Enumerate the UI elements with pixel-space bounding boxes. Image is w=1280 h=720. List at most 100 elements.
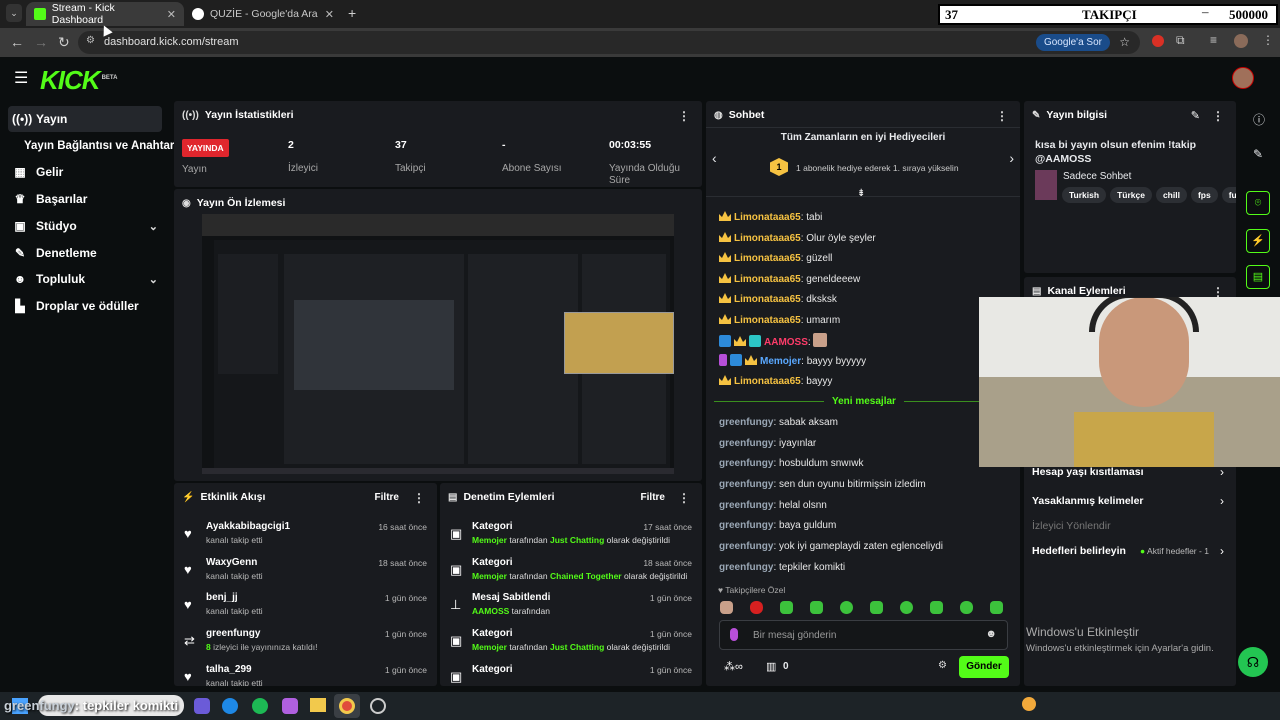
more-options-icon[interactable]: ⋮ <box>996 109 1008 123</box>
chat-username[interactable]: greenfungy <box>719 479 773 490</box>
chevron-right-icon[interactable]: › <box>1220 465 1224 479</box>
category-name[interactable]: Sadece Sohbet <box>1063 171 1131 182</box>
emote-icon[interactable] <box>900 601 913 614</box>
activity-user[interactable]: WaxyGenn <box>206 557 257 568</box>
more-options-icon[interactable]: ⋮ <box>413 491 425 505</box>
chat-username[interactable]: greenfungy <box>719 541 773 552</box>
tab-kick-dashboard[interactable]: Stream - Kick Dashboard ✕ <box>26 2 184 26</box>
scroll-down-icon[interactable]: ⇟ <box>857 188 865 199</box>
emote-icon[interactable] <box>780 601 793 614</box>
sidebar-item-denetleme[interactable]: ✎ Denetleme <box>8 240 162 266</box>
copilot-icon[interactable] <box>282 698 298 714</box>
chevron-left-icon[interactable]: ‹ <box>712 150 717 166</box>
channel-points-icon[interactable]: ⁂∞ <box>724 660 743 673</box>
chat-username[interactable]: Limonataaa65 <box>734 274 801 285</box>
taskbar-app-icon[interactable] <box>194 698 210 714</box>
chat-username[interactable]: greenfungy <box>719 458 773 469</box>
kick-logo[interactable]: KICK BETA <box>40 65 117 96</box>
site-info-icon[interactable]: ⚙ <box>86 35 95 46</box>
chat-username[interactable]: Limonataaa65 <box>734 233 801 244</box>
file-explorer-icon[interactable] <box>310 698 326 712</box>
chat-username[interactable]: AAMOSS <box>764 337 808 348</box>
profile-avatar[interactable] <box>1234 34 1248 48</box>
puzzle-icon[interactable]: ⧉ <box>1176 33 1185 48</box>
tag[interactable]: fu <box>1221 187 1236 203</box>
obs-icon[interactable] <box>370 698 386 714</box>
sidebar-item-basarilar[interactable]: ♛ Başarılar <box>8 186 162 212</box>
chat-username[interactable]: Limonataaa65 <box>734 253 801 264</box>
emote-icon[interactable] <box>810 601 823 614</box>
weather-icon[interactable] <box>1022 697 1036 711</box>
support-chat-icon[interactable]: ☊ <box>1238 647 1268 677</box>
filter-button[interactable]: Filtre <box>375 492 399 503</box>
tag[interactable]: Turkish <box>1062 187 1107 203</box>
emote-icon[interactable] <box>990 601 1003 614</box>
edit-icon[interactable]: ✎ <box>1191 109 1200 122</box>
emote-icon[interactable] <box>930 601 943 614</box>
browser-menu-icon[interactable]: ⋮ <box>1262 33 1274 47</box>
spotify-icon[interactable] <box>252 698 268 714</box>
filter-button[interactable]: Filtre <box>641 492 665 503</box>
sidebar-item-topluluk[interactable]: ☻ Topluluk ⌄ <box>8 266 162 292</box>
tab-list-button[interactable]: ⌄ <box>6 4 22 22</box>
info-icon[interactable]: ⓘ <box>1253 111 1265 128</box>
activity-user[interactable]: Ayakkabibagcigi1 <box>206 521 290 532</box>
tag[interactable]: fps <box>1190 187 1218 203</box>
media-control-icon[interactable]: ≡ <box>1210 33 1217 47</box>
gift-icon[interactable]: ▥ <box>766 660 776 673</box>
emote-icon[interactable] <box>870 601 883 614</box>
emote-icon[interactable] <box>960 601 973 614</box>
chat-username[interactable]: greenfungy <box>719 500 773 511</box>
chat-username[interactable]: greenfungy <box>719 520 773 531</box>
chat-username[interactable]: Limonataaa65 <box>734 212 801 223</box>
sidebar-item-studyo[interactable]: ▣ Stüdyo ⌄ <box>8 213 162 239</box>
emote-icon[interactable] <box>750 601 763 614</box>
send-button[interactable]: Gönder <box>959 656 1009 678</box>
activity-user[interactable]: talha_299 <box>206 664 252 675</box>
lightning-icon[interactable]: ⚡ <box>1246 229 1270 253</box>
chat-username[interactable]: greenfungy <box>719 417 773 428</box>
action-goals[interactable]: Hedefleri belirleyin <box>1032 545 1126 557</box>
google-sor-button[interactable]: Google'a Sor <box>1035 34 1110 51</box>
emote-icon[interactable] <box>840 601 853 614</box>
emote-icon[interactable] <box>720 601 733 614</box>
bookmark-star-icon[interactable]: ☆ <box>1119 35 1130 49</box>
emoji-icon[interactable]: ☻ <box>985 628 997 640</box>
capture-icon[interactable]: ⌾ <box>1246 191 1270 215</box>
stream-preview-video[interactable] <box>202 214 674 474</box>
edge-icon[interactable] <box>222 698 238 714</box>
chat-username[interactable]: greenfungy <box>719 562 773 573</box>
chat-username[interactable]: Limonataaa65 <box>734 294 801 305</box>
new-tab-button[interactable]: + <box>348 5 356 21</box>
sidebar-item-droplar[interactable]: ▙ Droplar ve ödüller <box>8 293 162 319</box>
action-banned-words[interactable]: Yasaklanmış kelimeler <box>1032 495 1144 507</box>
action-host[interactable]: İzleyici Yönlendir <box>1032 520 1111 532</box>
close-tab-icon[interactable]: ✕ <box>325 8 334 21</box>
chevron-right-icon[interactable]: › <box>1220 494 1224 508</box>
sidebar-item-stream-key[interactable]: Yayın Bağlantısı ve Anahtarı <box>20 133 178 159</box>
chat-username[interactable]: Limonataaa65 <box>734 315 801 326</box>
sidebar-item-yayin[interactable]: ((•)) Yayın <box>8 106 162 132</box>
chevron-right-icon[interactable]: › <box>1009 150 1014 166</box>
more-options-icon[interactable]: ⋮ <box>1212 109 1224 123</box>
close-tab-icon[interactable]: ✕ <box>167 8 176 21</box>
chat-input[interactable]: Bir mesaj gönderin ☻ <box>719 620 1008 650</box>
user-avatar[interactable] <box>1232 67 1254 89</box>
reload-icon[interactable]: ↻ <box>58 34 70 51</box>
chat-username[interactable]: Memojer <box>760 356 801 367</box>
taskbar-active-app[interactable] <box>334 694 360 718</box>
activity-user[interactable]: benj_jj <box>206 592 238 603</box>
settings-gear-icon[interactable]: ⚙ <box>938 660 947 671</box>
chevron-right-icon[interactable]: › <box>1220 544 1224 558</box>
back-icon[interactable]: ← <box>10 34 24 50</box>
more-options-icon[interactable]: ⋮ <box>678 491 690 505</box>
tag[interactable]: Türkçe <box>1110 187 1152 203</box>
tag[interactable]: chill <box>1155 187 1187 203</box>
action-account-age[interactable]: Hesap yaşı kısıtlaması <box>1032 466 1144 478</box>
pencil-icon[interactable]: ✎ <box>1253 147 1263 161</box>
tab-google-search[interactable]: QUZİE - Google'da Ara ✕ <box>184 2 342 26</box>
hamburger-menu-icon[interactable]: ☰ <box>14 68 28 88</box>
sidebar-item-gelir[interactable]: ▦ Gelir <box>8 159 162 185</box>
extension-icon[interactable] <box>1152 35 1164 47</box>
chat-username[interactable]: Limonataaa65 <box>734 376 801 387</box>
